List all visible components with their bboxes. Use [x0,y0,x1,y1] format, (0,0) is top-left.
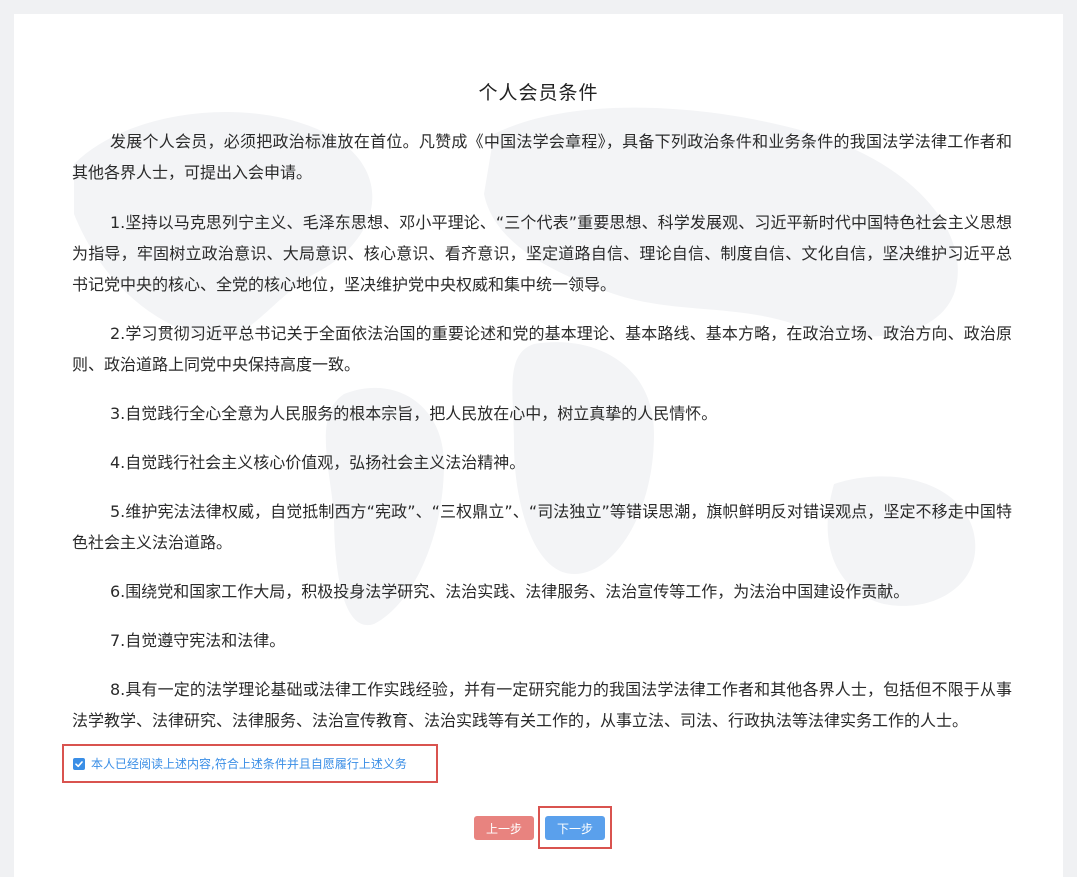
agreement-checkbox[interactable] [73,757,85,770]
condition-item-7: 7.自觉遵守宪法和法律。 [110,631,286,650]
condition-item-5: 5.维护宪法法律权威，自觉抵制西方“宪政”、“三权鼎立”、“司法独立”等错误思潮… [72,502,1012,552]
check-icon [75,760,83,767]
prev-step-button[interactable]: 上一步 [474,816,534,840]
condition-item-8: 8.具有一定的法学理论基础或法律工作实践经验，并有一定研究能力的我国法学法律工作… [72,680,1012,730]
form-panel: 个人会员条件 发展个人会员，必须把政治标准放在首位。凡赞成《中国法学会章程》，具… [14,14,1063,877]
condition-item-2: 2.学习贯彻习近平总书记关于全面依法治国的重要论述和党的基本理论、基本路线、基本… [72,324,1012,374]
intro-paragraph: 发展个人会员，必须把政治标准放在首位。凡赞成《中国法学会章程》，具备下列政治条件… [72,132,1012,182]
condition-item-1: 1.坚持以马克思列宁主义、毛泽东思想、邓小平理论、“三个代表”重要思想、科学发展… [72,213,1012,294]
condition-item-3: 3.自觉践行全心全意为人民服务的根本宗旨，把人民放在心中，树立真挚的人民情怀。 [110,404,718,423]
page-title: 个人会员条件 [478,82,599,104]
condition-item-6: 6.围绕党和国家工作大局，积极投身法学研究、法治实践、法律服务、法治宣传等工作，… [110,582,910,601]
agreement-checkbox-row[interactable]: 本人已经阅读上述内容,符合上述条件并且自愿履行上述义务 [62,744,438,783]
next-step-button[interactable]: 下一步 [545,816,605,840]
condition-item-4: 4.自觉践行社会主义核心价值观，弘扬社会主义法治精神。 [110,453,526,472]
conditions-content: 发展个人会员，必须把政治标准放在首位。凡赞成《中国法学会章程》，具备下列政治条件… [72,126,1012,754]
agreement-label[interactable]: 本人已经阅读上述内容,符合上述条件并且自愿履行上述义务 [91,755,407,772]
